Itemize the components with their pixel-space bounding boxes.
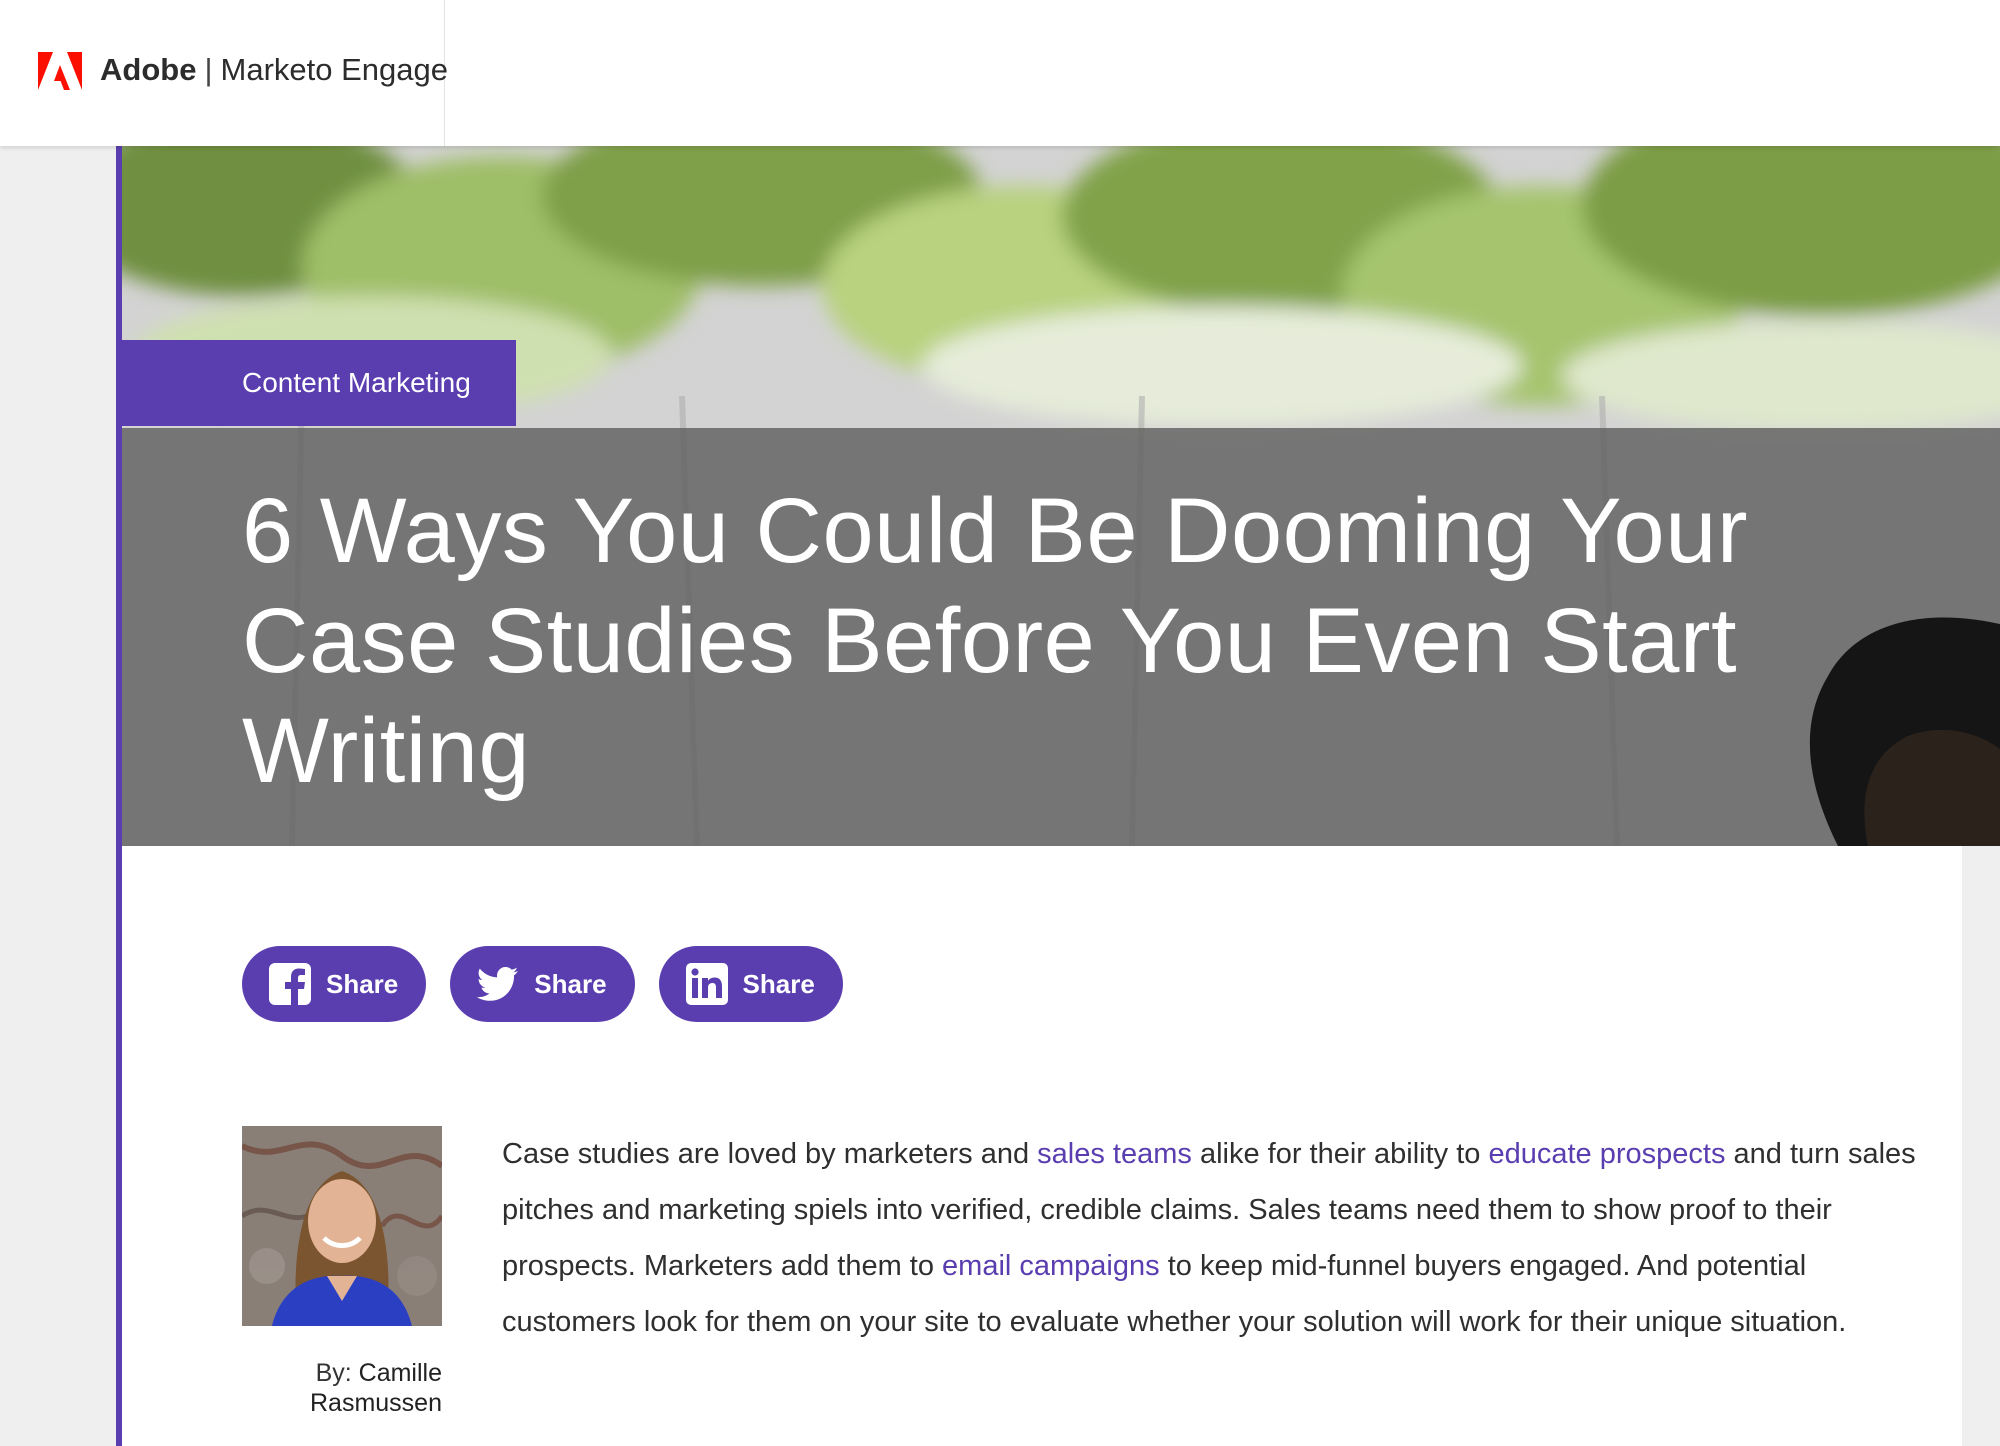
brand-product: Marketo Engage bbox=[220, 52, 448, 87]
sales-teams-link[interactable]: sales teams bbox=[1037, 1138, 1192, 1170]
linkedin-share-label: Share bbox=[742, 968, 815, 999]
body-text-1: Case studies are loved by marketers and bbox=[502, 1138, 1038, 1170]
linkedin-share-button[interactable]: Share bbox=[658, 946, 843, 1022]
category-label: Content Marketing bbox=[242, 367, 471, 398]
article-container: Content Marketing 6 Ways You Could Be Do… bbox=[116, 146, 2000, 1446]
share-buttons: Share Share Share bbox=[242, 946, 843, 1022]
facebook-share-button[interactable]: Share bbox=[242, 946, 427, 1022]
facebook-share-label: Share bbox=[326, 968, 399, 999]
brand-home-link[interactable]: Adobe | Marketo Engage bbox=[0, 0, 448, 146]
author-by-label: By: bbox=[315, 1359, 352, 1387]
author-photo-image bbox=[242, 1126, 442, 1326]
brand-adobe: Adobe bbox=[100, 52, 197, 87]
category-tag[interactable]: Content Marketing bbox=[122, 340, 516, 426]
author-byline: By: Camille Rasmussen bbox=[242, 1358, 442, 1418]
brand-wordmark: Adobe | Marketo Engage bbox=[100, 52, 448, 88]
author-avatar[interactable] bbox=[242, 1126, 442, 1326]
adobe-logo-icon bbox=[38, 52, 82, 90]
site-header: Adobe | Marketo Engage bbox=[0, 0, 2000, 146]
twitter-icon bbox=[477, 967, 519, 1001]
body-text-2: alike for their ability to bbox=[1191, 1138, 1489, 1170]
twitter-share-label: Share bbox=[534, 968, 607, 999]
email-campaigns-link[interactable]: email campaigns bbox=[942, 1250, 1160, 1282]
facebook-icon bbox=[269, 963, 311, 1006]
article-paragraph: Case studies are loved by marketers and … bbox=[502, 1126, 1942, 1350]
twitter-share-button[interactable]: Share bbox=[450, 946, 635, 1022]
educate-prospects-link[interactable]: educate prospects bbox=[1488, 1138, 1725, 1170]
hero-banner: Content Marketing 6 Ways You Could Be Do… bbox=[122, 146, 2000, 846]
brand-separator: | bbox=[204, 52, 213, 87]
linkedin-icon bbox=[685, 963, 728, 1005]
article-title: 6 Ways You Could Be Dooming Your Case St… bbox=[242, 480, 1749, 802]
